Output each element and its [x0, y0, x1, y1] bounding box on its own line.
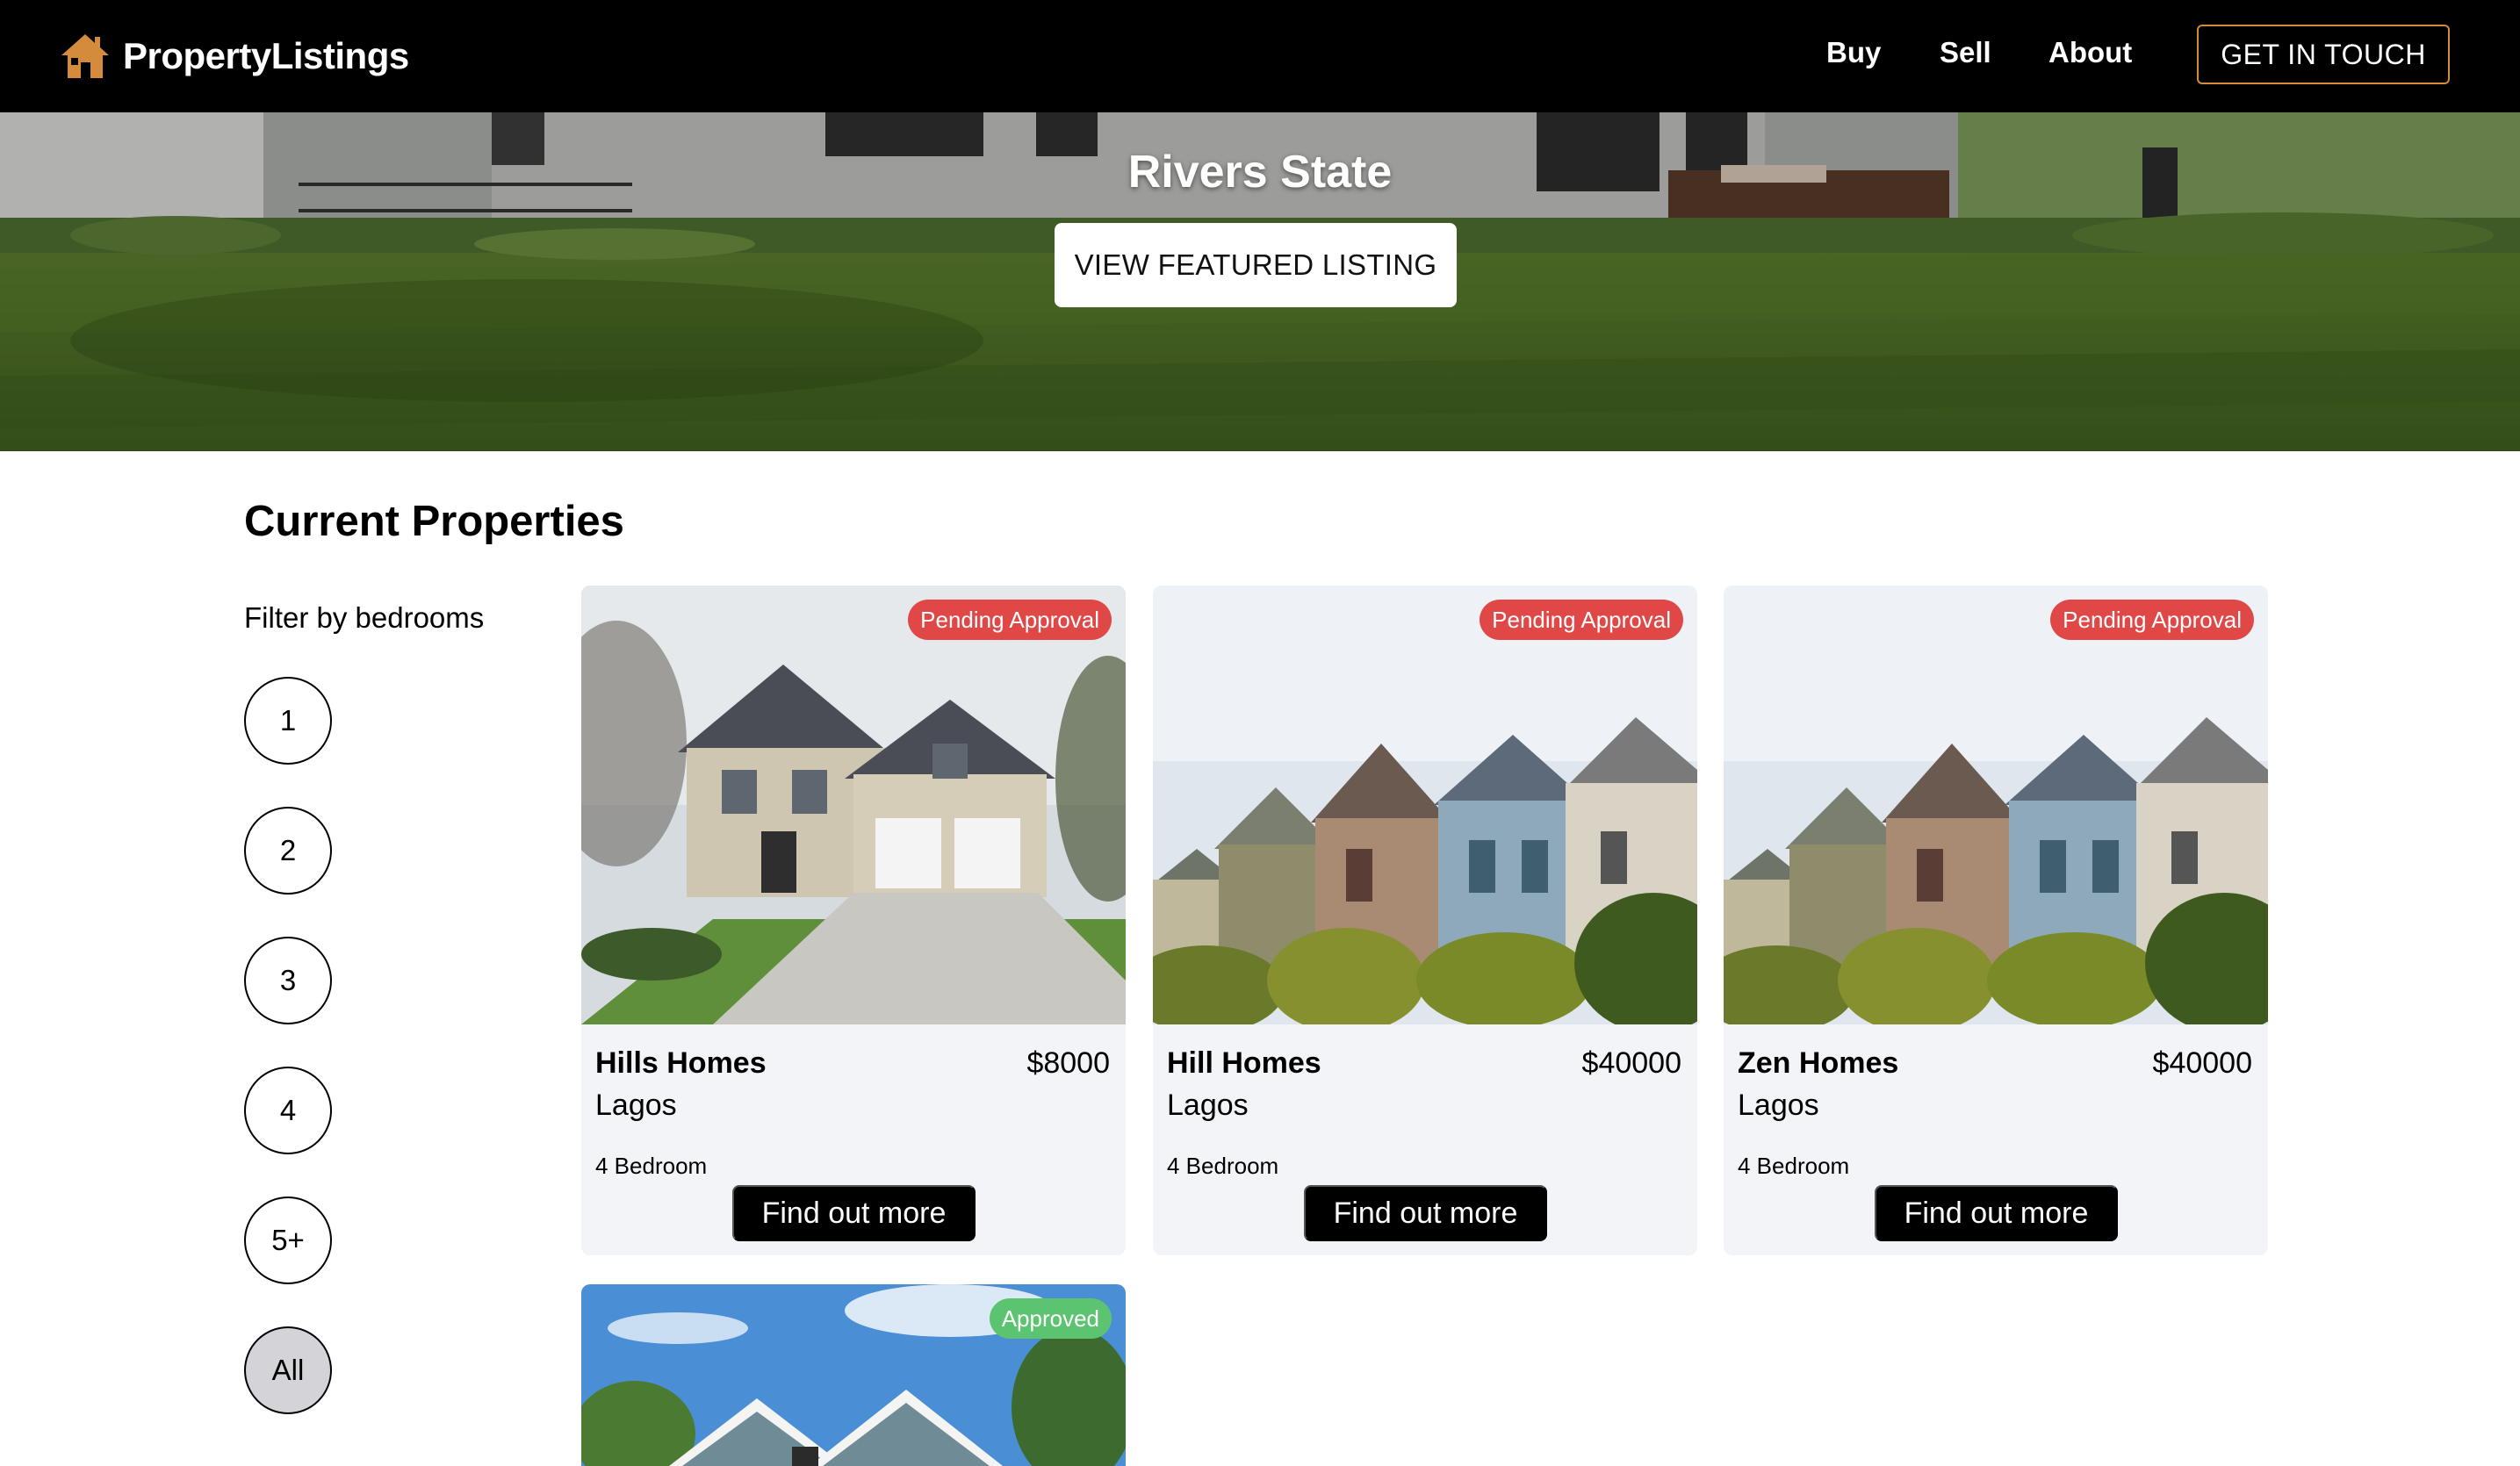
hero-title: Rivers State	[1127, 147, 1393, 198]
find-out-more-button[interactable]: Find out more	[1304, 1185, 1547, 1241]
property-photo[interactable]	[581, 586, 1126, 1024]
view-featured-listing-button[interactable]: VIEW FEATURED LISTING	[1055, 223, 1457, 307]
property-photo[interactable]	[1153, 586, 1697, 1024]
property-bedrooms: 4 Bedroom	[1167, 1153, 1279, 1179]
find-out-more-button[interactable]: Find out more	[1875, 1185, 2118, 1241]
filter-button-2[interactable]: 2	[244, 807, 332, 895]
property-card: Pending Approval Hills Homes $8000 Lagos…	[581, 586, 1126, 1255]
find-out-more-button[interactable]: Find out more	[732, 1185, 976, 1241]
nav-link-about[interactable]: About	[2048, 33, 2132, 72]
brand-logo[interactable]: PropertyListings	[60, 30, 409, 83]
brand-name: PropertyListings	[123, 35, 409, 76]
hero-banner: Rivers State VIEW FEATURED LISTING	[0, 112, 2520, 451]
filter-button-3[interactable]: 3	[244, 937, 332, 1024]
property-card: Pending Approval Zen Homes $40000 Lagos …	[1724, 586, 2268, 1255]
status-badge: Pending Approval	[1480, 600, 1683, 640]
property-location: Lagos	[1167, 1089, 1249, 1122]
section-title: Current Properties	[244, 498, 624, 545]
filter-label: Filter by bedrooms	[244, 601, 485, 634]
house-icon	[61, 34, 109, 78]
top-navbar: PropertyListings Buy Sell About GET IN T…	[0, 0, 2520, 112]
property-name: Zen Homes	[1738, 1046, 1899, 1080]
property-location: Lagos	[1738, 1089, 1819, 1122]
property-name: Hills Homes	[595, 1046, 767, 1080]
nav-link-sell[interactable]: Sell	[1940, 33, 1991, 72]
filter-button-all[interactable]: All	[244, 1326, 332, 1414]
property-card: Pending Approval Hill Homes $40000 Lagos…	[1153, 586, 1697, 1255]
get-in-touch-button[interactable]: GET IN TOUCH	[2197, 25, 2450, 84]
property-price: $40000	[1581, 1046, 1681, 1080]
nav-link-buy[interactable]: Buy	[1826, 33, 1881, 72]
status-badge: Pending Approval	[2050, 600, 2254, 640]
property-price: $8000	[1026, 1046, 1110, 1080]
property-price: $40000	[2152, 1046, 2252, 1080]
filter-button-5-plus[interactable]: 5+	[244, 1197, 332, 1284]
property-name: Hill Homes	[1167, 1046, 1321, 1080]
property-location: Lagos	[595, 1089, 677, 1122]
filter-button-4[interactable]: 4	[244, 1067, 332, 1154]
status-badge: Pending Approval	[908, 600, 1112, 640]
property-bedrooms: 4 Bedroom	[1738, 1153, 1850, 1179]
status-badge: Approved	[989, 1298, 1112, 1339]
filter-button-1[interactable]: 1	[244, 677, 332, 765]
property-photo[interactable]	[1724, 586, 2268, 1024]
property-bedrooms: 4 Bedroom	[595, 1153, 708, 1179]
property-card: Approved	[581, 1284, 1126, 1466]
